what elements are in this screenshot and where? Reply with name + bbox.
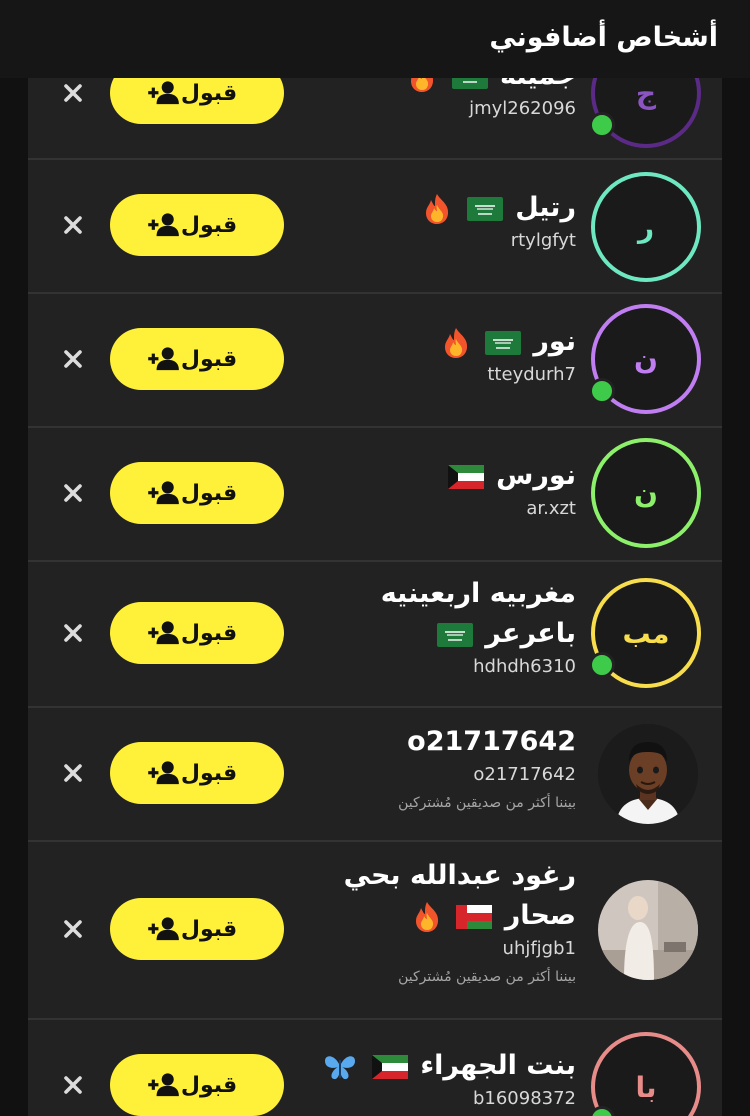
avatar-initials: ر [637, 210, 655, 244]
online-indicator [589, 112, 615, 138]
kuwait-flag-icon [372, 1055, 408, 1079]
butterfly-emoji-icon [323, 1052, 357, 1082]
fire-emoji-icon [423, 193, 451, 225]
dismiss-button[interactable] [60, 916, 86, 942]
mutual-friends-text: بيننا أكثر من صديقين مُشتركين [398, 969, 576, 985]
friend-request-list[interactable]: ج جميلة jmyl262096 قبول ر رتيل [28, 0, 722, 1116]
list-item: ن نورس ar.xzt قبول [28, 428, 722, 562]
dismiss-button[interactable] [60, 80, 86, 106]
accept-button[interactable]: قبول [110, 1054, 284, 1116]
list-item: o21717642 o21717642 بيننا أكثر من صديقين… [28, 708, 722, 842]
avatar-initials: ن [634, 476, 658, 510]
close-icon [63, 83, 83, 103]
dismiss-button[interactable] [60, 212, 86, 238]
online-indicator [589, 652, 615, 678]
page-title: أشخاص أضافوني [489, 22, 718, 53]
close-icon [63, 349, 83, 369]
add-friend-icon [147, 480, 181, 506]
avatar[interactable]: ر [591, 172, 701, 282]
oman-flag-icon [456, 905, 492, 929]
close-icon [63, 763, 83, 783]
add-friend-icon [147, 916, 181, 942]
bitmoji-avatar[interactable] [598, 724, 698, 824]
accept-button[interactable]: قبول [110, 194, 284, 256]
close-icon [63, 919, 83, 939]
add-friend-icon [147, 80, 181, 106]
saudi-flag-icon [467, 197, 503, 221]
dismiss-button[interactable] [60, 346, 86, 372]
saudi-flag-icon [485, 331, 521, 355]
close-icon [63, 215, 83, 235]
accept-button[interactable]: قبول [110, 602, 284, 664]
dismiss-button[interactable] [60, 480, 86, 506]
add-friend-icon [147, 1072, 181, 1098]
avatar-image [598, 724, 698, 824]
profile-photo[interactable] [598, 880, 698, 980]
close-icon [63, 1075, 83, 1095]
avatar[interactable]: با [591, 1032, 701, 1116]
add-friend-icon [147, 760, 181, 786]
avatar-image [598, 880, 698, 980]
accept-button[interactable]: قبول [110, 328, 284, 390]
fire-emoji-icon [442, 327, 470, 359]
accept-button[interactable]: قبول [110, 462, 284, 524]
online-indicator [589, 378, 615, 404]
list-item: با بنت الجهراء b16098372 قبول [28, 1020, 722, 1116]
dismiss-button[interactable] [60, 1072, 86, 1098]
display-name-line-1: رغود عبدالله بحي [343, 860, 576, 891]
fire-emoji-icon [413, 901, 441, 933]
accept-button[interactable]: قبول [110, 898, 284, 960]
list-item: رغود عبدالله بحي صحار uhjfjgb1 بيننا أكث… [28, 842, 722, 1020]
kuwait-flag-icon [448, 465, 484, 489]
add-friend-icon [147, 212, 181, 238]
list-item: ر رتيل rtylgfyt قبول [28, 160, 722, 294]
saudi-flag-icon [437, 623, 473, 647]
accept-button[interactable]: قبول [110, 742, 284, 804]
add-friend-icon [147, 620, 181, 646]
add-friend-icon [147, 346, 181, 372]
dismiss-button[interactable] [60, 760, 86, 786]
close-icon [63, 483, 83, 503]
avatar-initials: با [635, 1070, 657, 1104]
top-header: أشخاص أضافوني [0, 0, 750, 78]
list-item: مب مغربيه اربعينيه باعرعر hdhdh6310 قبول [28, 562, 722, 708]
dismiss-button[interactable] [60, 620, 86, 646]
close-icon [63, 623, 83, 643]
list-item: ن نور tteydurh7 قبول [28, 294, 722, 428]
avatar[interactable]: ن [591, 438, 701, 548]
